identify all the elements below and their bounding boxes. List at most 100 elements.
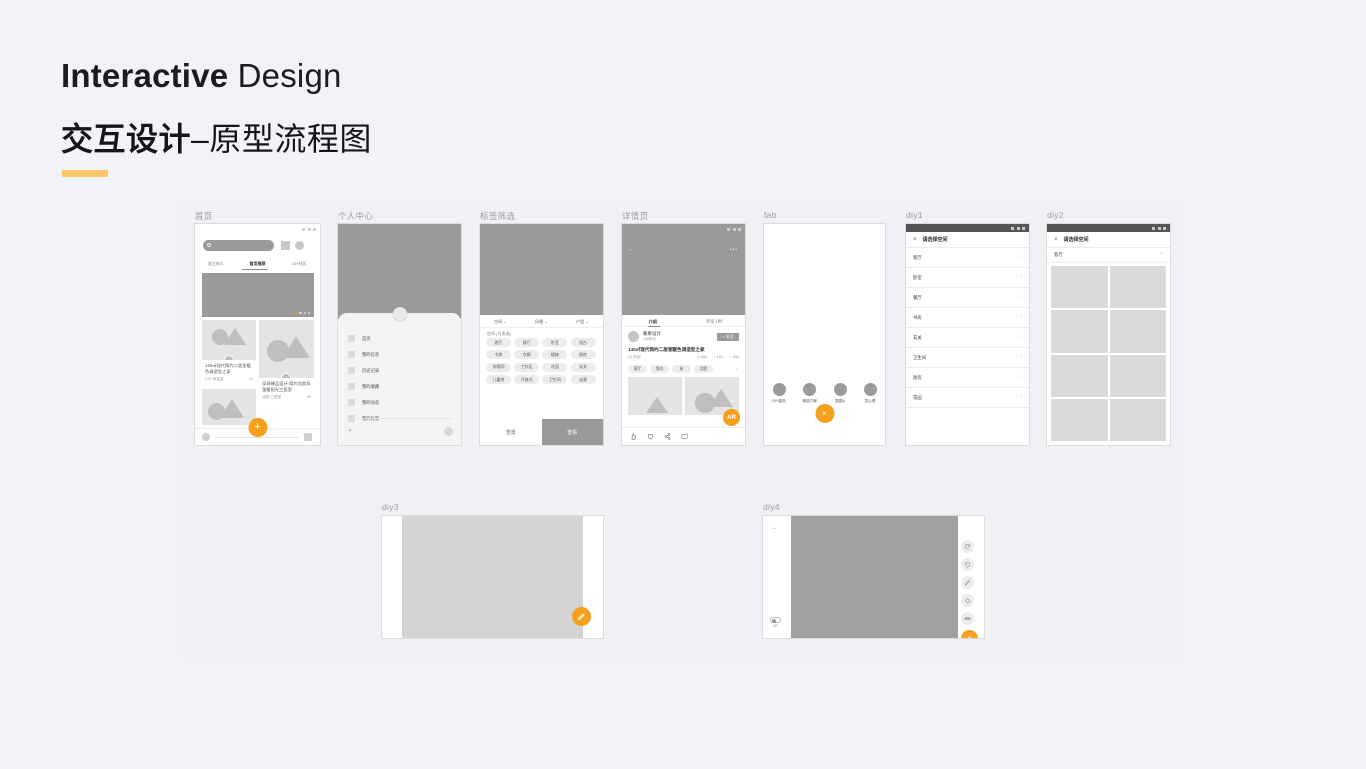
detail-author[interactable]: 暖果设计 100粉丝 xyxy=(628,331,661,343)
filter-tag[interactable]: 阳台 xyxy=(570,338,596,347)
fab-close-button[interactable]: × xyxy=(815,404,834,423)
filter-tag[interactable]: 衣帽间 xyxy=(486,362,511,372)
undo-tool-button[interactable] xyxy=(961,540,974,553)
feed-card[interactable]: 140㎡现代简约二居室暖色调造型之家 DIY–家装室 14 xyxy=(202,320,256,385)
close-icon[interactable]: × xyxy=(913,237,917,243)
share-icon[interactable] xyxy=(664,433,671,440)
tab-comments[interactable]: 评论 188 xyxy=(684,315,746,326)
menu-icon-favorites xyxy=(348,383,355,390)
back-arrow-icon[interactable]: ← xyxy=(771,525,777,531)
comment-icon[interactable] xyxy=(681,433,688,440)
tab-following[interactable]: 关注的人 xyxy=(195,257,237,270)
ar-toggle[interactable]: AR xyxy=(770,617,781,628)
diy2-selected-space[interactable]: 客厅 ⌃ xyxy=(1047,248,1170,263)
detail-image[interactable] xyxy=(628,377,682,415)
detail-tag[interactable]: 简约 xyxy=(650,365,669,373)
filter-tag[interactable]: 卫生间 xyxy=(542,375,568,385)
edit-fab-button[interactable] xyxy=(572,607,591,626)
search-input[interactable] xyxy=(203,240,274,251)
space-item-label: 玄关 xyxy=(913,334,922,340)
close-icon[interactable]: × xyxy=(1054,237,1058,243)
feed-card[interactable] xyxy=(202,388,256,425)
filter-tag[interactable]: 卧室 xyxy=(542,338,568,347)
filter-tag[interactable]: 厨房 xyxy=(570,350,596,360)
filter-tag[interactable]: 工作区 xyxy=(514,362,540,372)
nav-home-icon[interactable] xyxy=(202,433,210,441)
filter-tag[interactable]: 玄关 xyxy=(570,362,596,372)
create-fab-button[interactable]: + xyxy=(248,418,267,437)
redo-tool-button[interactable] xyxy=(961,558,974,571)
thumb-up-icon[interactable] xyxy=(630,433,637,440)
fill-tool-button[interactable] xyxy=(961,594,974,607)
selector-style[interactable]: 风格 ⌄ xyxy=(521,315,562,327)
profile-corner-button[interactable] xyxy=(444,427,453,436)
fab-action-plans[interactable]: 精选方案 xyxy=(802,383,817,404)
scan-icon[interactable] xyxy=(281,241,290,250)
grid-item[interactable] xyxy=(1051,310,1108,353)
follow-button[interactable]: + 关注 xyxy=(717,333,739,341)
grid-item[interactable] xyxy=(1051,266,1108,309)
grid-item[interactable] xyxy=(1109,398,1166,441)
detail-tag[interactable]: 北欧 xyxy=(694,365,713,373)
fab-action-note[interactable]: 发心得 xyxy=(863,383,877,404)
space-item-study[interactable]: 书房 › xyxy=(906,308,1029,328)
filter-tag[interactable]: 花园 xyxy=(542,362,568,372)
menu-item-history[interactable]: 历史记录 xyxy=(348,367,379,374)
ar-fab-button[interactable]: AR xyxy=(723,409,740,426)
sheet-drag-handle[interactable] xyxy=(392,307,407,322)
heart-icon[interactable] xyxy=(647,433,654,440)
filter-tag[interactable]: 客厅 xyxy=(486,338,511,347)
grid-item[interactable] xyxy=(1109,310,1166,353)
reset-button[interactable]: 重置 xyxy=(480,419,542,445)
back-arrow-icon[interactable]: ← xyxy=(628,246,635,253)
filter-tag[interactable]: 楼梯 xyxy=(542,350,568,360)
detail-tag[interactable]: 床 xyxy=(672,365,691,373)
feed-card-avatar[interactable] xyxy=(224,355,234,360)
diy4-canvas[interactable] xyxy=(791,516,958,638)
filter-tag[interactable]: 衣橱 xyxy=(514,350,540,360)
space-item-bedroom[interactable]: 卧室 › xyxy=(906,268,1029,288)
fab-action-photo[interactable]: 发图片 xyxy=(833,383,847,404)
more-options-icon[interactable]: ••• xyxy=(730,248,738,253)
pencil-tool-button[interactable] xyxy=(961,576,974,589)
filter-tag[interactable]: 书房 xyxy=(486,350,511,360)
menu-item-home[interactable]: 首页 xyxy=(348,335,371,342)
menu-item-activity[interactable]: 我的动态 xyxy=(348,399,379,406)
space-item-bathroom[interactable]: 卫生间 › xyxy=(906,348,1029,368)
space-item-entryway[interactable]: 玄关 › xyxy=(906,328,1029,348)
avatar[interactable] xyxy=(295,241,304,250)
selector-layout[interactable]: 户型 ⌄ xyxy=(562,315,603,327)
grid-item[interactable] xyxy=(1051,398,1108,441)
diy1-header-title: 请选择空间 xyxy=(922,237,948,243)
detail-tag[interactable]: 客厅 xyxy=(628,365,647,373)
space-item-kitchen[interactable]: 厨房 › xyxy=(906,368,1029,388)
fab-action-diy[interactable]: DIY装饰 xyxy=(772,383,786,404)
filter-tag[interactable]: 餐厅 xyxy=(514,338,540,347)
grid-item[interactable] xyxy=(1109,354,1166,397)
confirm-button[interactable]: 查看 xyxy=(541,419,603,445)
home-banner[interactable] xyxy=(202,273,314,317)
space-item-label: 卧室 xyxy=(913,274,922,280)
tab-diy-community[interactable]: DIY社区 xyxy=(278,257,320,270)
menu-item-favorites[interactable]: 我的收藏 xyxy=(348,383,379,390)
menu-item-my-info[interactable]: 我的信息 xyxy=(348,351,379,358)
expand-tags-icon[interactable]: ⌄ xyxy=(735,366,739,372)
feed-card-avatar[interactable] xyxy=(281,373,291,378)
chevron-down-icon[interactable]: ⌄ xyxy=(347,426,353,433)
ar-toggle-switch[interactable] xyxy=(770,617,781,623)
space-item-living-room[interactable]: 客厅 › xyxy=(906,248,1029,268)
grid-item[interactable] xyxy=(1109,266,1166,309)
eraser-tool-button[interactable] xyxy=(961,612,974,625)
grid-item[interactable] xyxy=(1051,354,1108,397)
filter-tag[interactable]: 走廊 xyxy=(570,375,596,385)
feed-card[interactable]: 深圳臻品设计·简约北欧风温暖阳光三居室 北欧·三居室 89 xyxy=(259,320,314,403)
filter-tag[interactable]: 开放式 xyxy=(514,375,540,385)
space-item-dining-room[interactable]: 餐厅 › xyxy=(906,288,1029,308)
tab-intro[interactable]: 介绍 xyxy=(622,315,684,326)
selector-space[interactable]: 空间 ⌄ xyxy=(480,315,521,327)
diy3-canvas[interactable] xyxy=(402,516,583,638)
space-item-garden[interactable]: 花园 › xyxy=(906,388,1029,408)
diy4-close-button[interactable]: × xyxy=(961,630,978,638)
nav-profile-icon[interactable] xyxy=(304,433,312,441)
filter-tag[interactable]: 儿童房 xyxy=(486,375,511,385)
